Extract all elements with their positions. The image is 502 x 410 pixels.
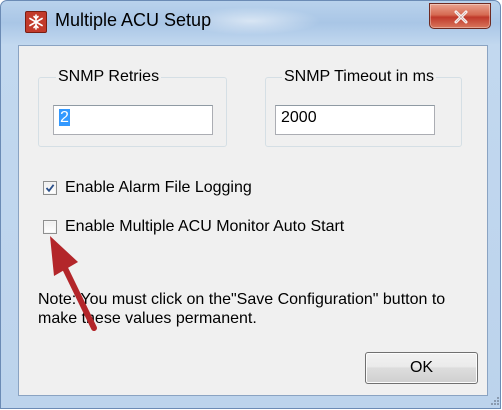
- checkmark-icon: [45, 184, 55, 193]
- snmp-retries-label: SNMP Retries: [56, 68, 162, 86]
- auto-start-checkbox[interactable]: [43, 220, 57, 234]
- title-bar[interactable]: Multiple ACU Setup: [1, 1, 500, 41]
- snmp-retries-value: 2: [59, 109, 70, 126]
- resize-grip-icon[interactable]: [491, 397, 500, 406]
- ok-button[interactable]: OK: [365, 352, 478, 384]
- snmp-timeout-group: SNMP Timeout in ms 2000: [265, 68, 462, 147]
- snmp-timeout-input[interactable]: 2000: [275, 105, 435, 135]
- window-title: Multiple ACU Setup: [55, 10, 212, 30]
- dialog-window: Multiple ACU Setup SNMP Retries 2 SNMP T…: [0, 0, 501, 409]
- snmp-retries-input[interactable]: 2: [53, 105, 213, 135]
- close-button[interactable]: [429, 3, 491, 29]
- snowflake-icon: [25, 11, 47, 33]
- dialog-client-area: SNMP Retries 2 SNMP Timeout in ms 2000 E…: [18, 45, 488, 396]
- note-text: Note: You must click on the"Save Configu…: [38, 291, 446, 327]
- alarm-logging-label[interactable]: Enable Alarm File Logging: [65, 179, 252, 197]
- alarm-logging-checkbox[interactable]: [43, 181, 57, 195]
- close-icon: [454, 10, 468, 24]
- snmp-retries-group: SNMP Retries 2: [38, 68, 227, 147]
- snmp-timeout-label: SNMP Timeout in ms: [282, 68, 436, 86]
- auto-start-label[interactable]: Enable Multiple ACU Monitor Auto Start: [65, 218, 344, 236]
